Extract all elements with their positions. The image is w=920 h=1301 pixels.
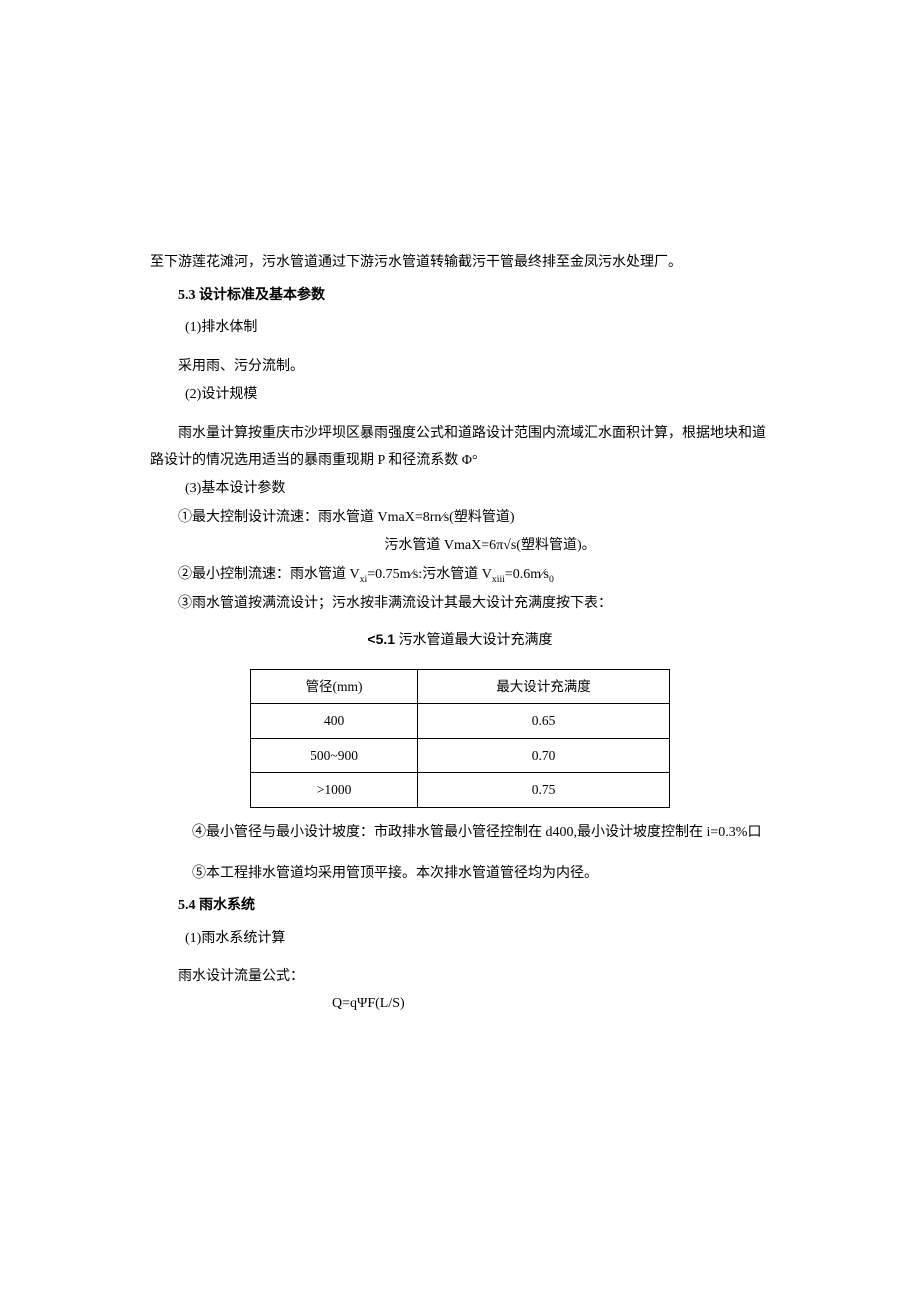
cell-diameter: >1000 [251,773,418,808]
cell-fill: 0.65 [418,704,670,739]
cell-diameter: 500~900 [251,738,418,773]
table-header-row: 管径(mm) 最大设计充满度 [251,669,670,704]
circ-2-sub3: 0 [549,574,554,585]
circ-2-sub2: xiii [492,574,505,585]
table-caption: <5.1 污水管道最大设计充满度 [150,626,770,655]
item-1-body: 采用雨、污分流制。 [150,354,770,381]
item-2: (2)设计规模 [150,382,770,409]
item-3: (3)基本设计参数 [150,476,770,503]
formula: Q=qΨF(L/S) [150,991,770,1018]
rain-item-1-body: 雨水设计流量公式： [150,964,770,991]
circ-2-part2: =0.75m⁄s:污水管道 V [367,567,492,582]
table-caption-title: 污水管道最大设计充满度 [395,633,553,648]
circ-3: ③雨水管道按满流设计；污水按非满流设计其最大设计充满度按下表： [150,591,770,618]
item-1: (1)排水体制 [150,315,770,342]
circ-2-part3: =0.6m⁄s [505,567,549,582]
rain-item-1: (1)雨水系统计算 [150,926,770,953]
heading-5-4: 5.4 雨水系统 [150,893,770,920]
table-row: 400 0.65 [251,704,670,739]
fill-ratio-table: 管径(mm) 最大设计充满度 400 0.65 500~900 0.70 >10… [250,669,670,809]
table-caption-num: <5.1 [367,631,395,647]
cell-fill: 0.75 [418,773,670,808]
circ-4: ④最小管径与最小设计坡度：市政排水管最小管径控制在 d400,最小设计坡度控制在… [150,820,770,847]
table-row: >1000 0.75 [251,773,670,808]
circ-2-part1: ②最小控制流速：雨水管道 V [178,567,360,582]
heading-5-3-num: 5.3 [178,288,196,303]
circ-1b: 污水管道 VmaX=6π√s(塑料管道)。 [150,533,770,560]
circ-5: ⑤本工程排水管道均采用管顶平接。本次排水管道管径均为内径。 [150,861,770,888]
th-diameter: 管径(mm) [251,669,418,704]
table-row: 500~900 0.70 [251,738,670,773]
heading-5-3: 5.3 设计标准及基本参数 [150,283,770,310]
cell-fill: 0.70 [418,738,670,773]
circ-2: ②最小控制流速：雨水管道 Vxi=0.75m⁄s:污水管道 Vxiii=0.6m… [150,562,770,589]
cell-diameter: 400 [251,704,418,739]
item-2-body-line1: 雨水量计算按重庆市沙坪坝区暴雨强度公式和道路设计范围内流域汇水面积计算，根据地块… [150,421,770,474]
heading-5-4-num: 5.4 [178,898,196,913]
paragraph-intro: 至下游莲花滩河，污水管道通过下游污水管道转输截污干管最终排至金凤污水处理厂。 [150,250,770,277]
page: 至下游莲花滩河，污水管道通过下游污水管道转输截污干管最终排至金凤污水处理厂。 5… [0,0,920,1301]
th-fill: 最大设计充满度 [418,669,670,704]
heading-5-4-title: 雨水系统 [196,898,256,913]
circ-1: ①最大控制设计流速：雨水管道 VmaX=8rn⁄s(塑料管道) [150,505,770,532]
heading-5-3-title: 设计标准及基本参数 [196,288,326,303]
